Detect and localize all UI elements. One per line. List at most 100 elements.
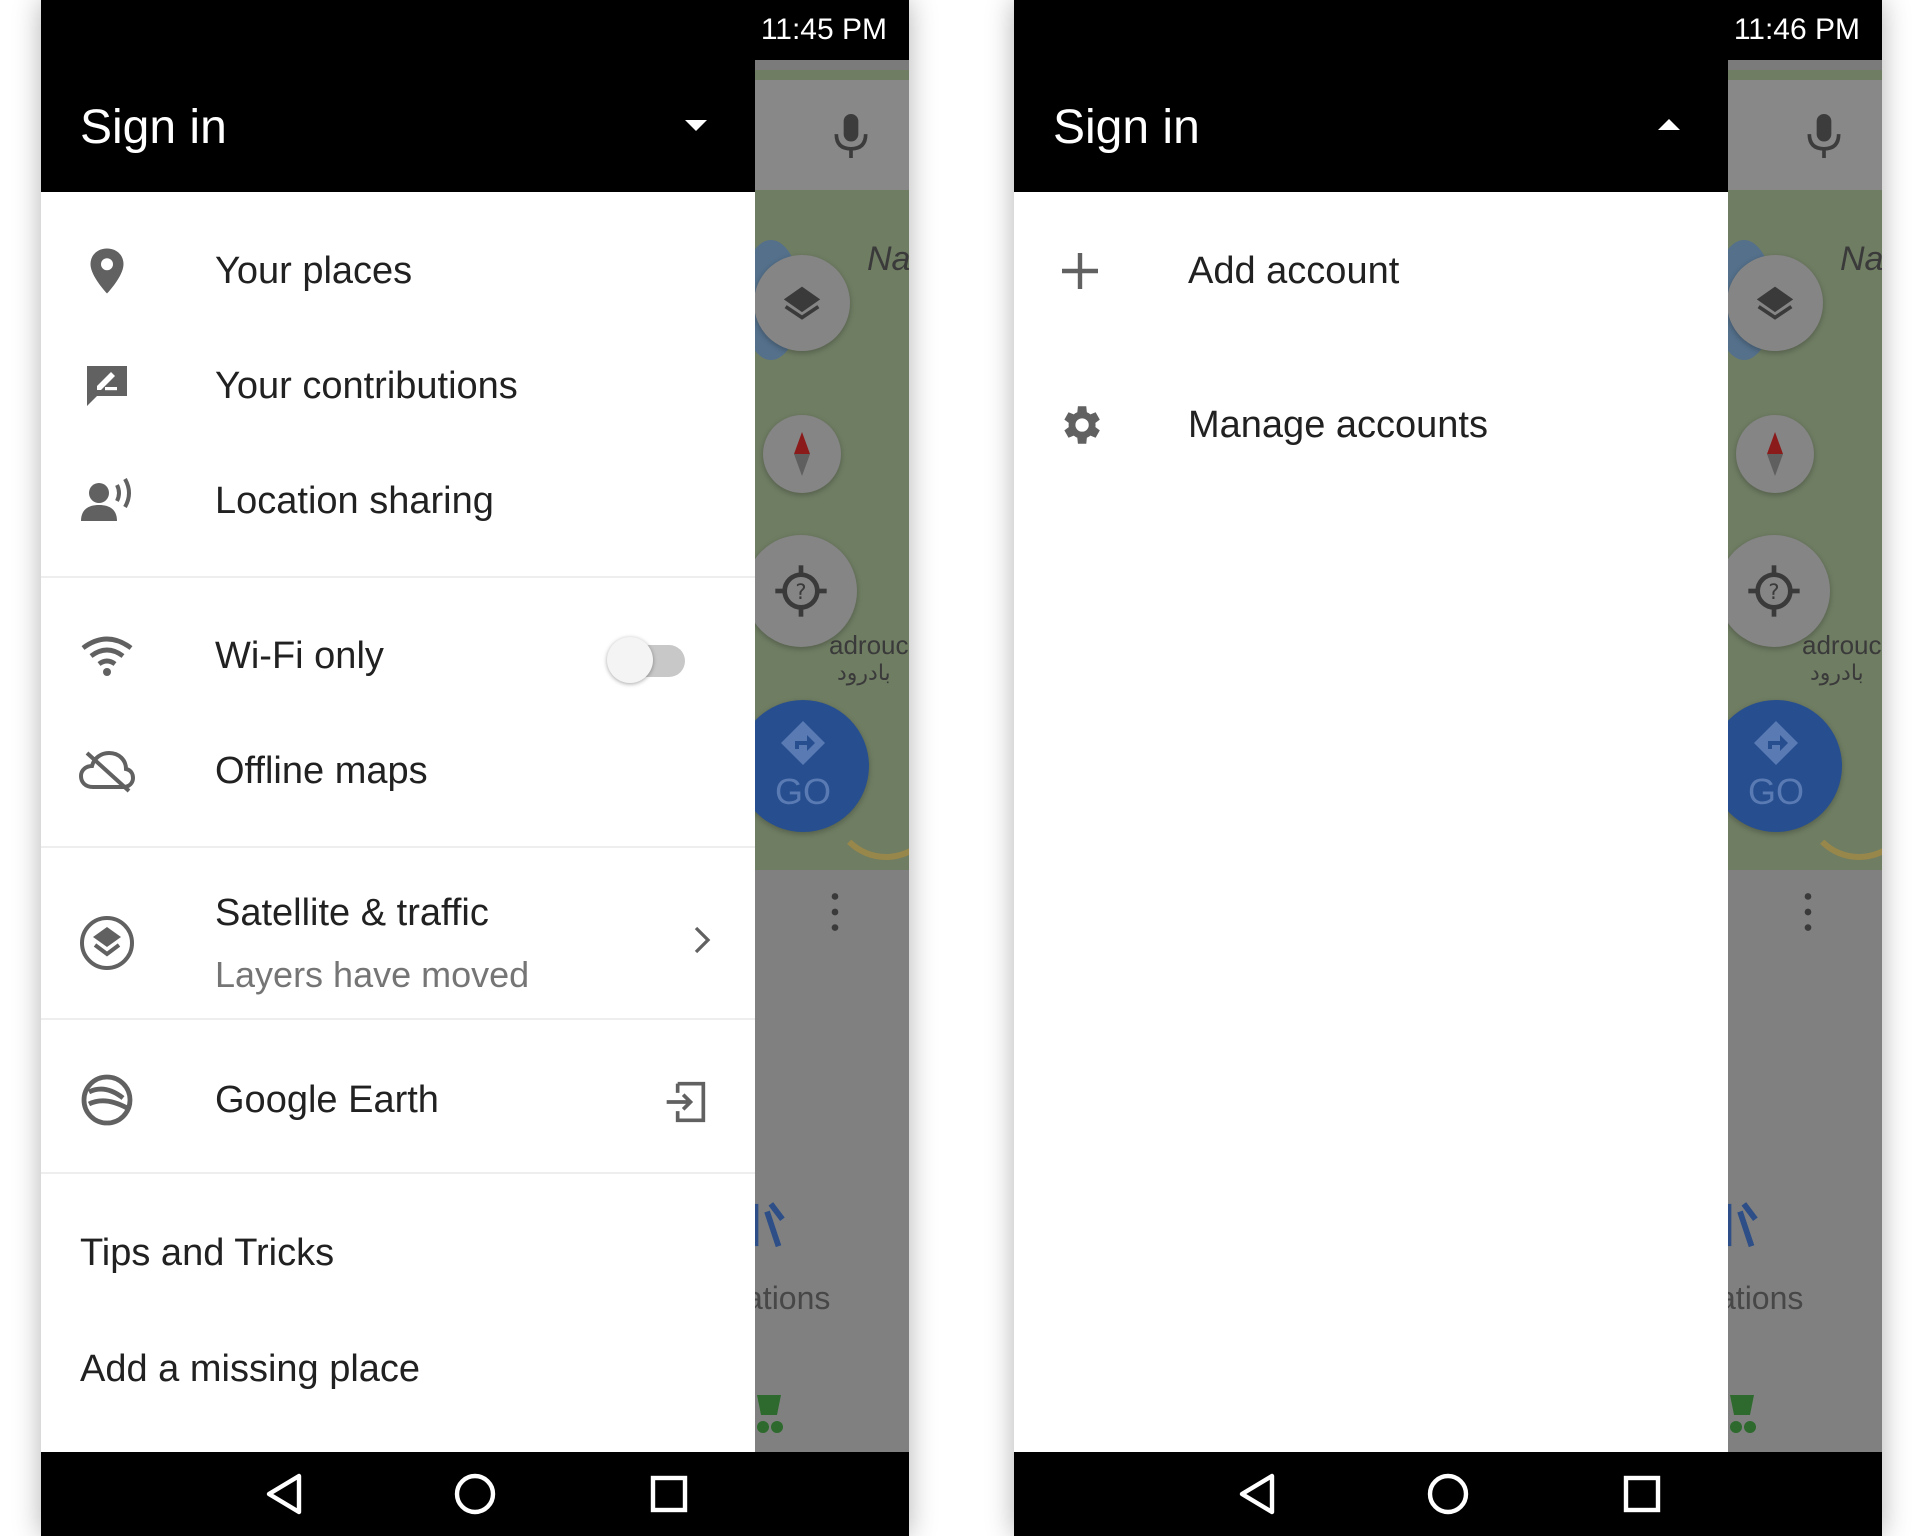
map-place-label: adrouc [829,630,909,660]
map-sheet-label: ations [745,1280,831,1316]
menu-item-your-places[interactable]: Your places [41,221,755,321]
menu-item-label: Offline maps [215,749,428,792]
menu-item-add-account[interactable]: Add account [1014,221,1728,321]
microphone-icon[interactable] [829,110,873,162]
menu-item-location-sharing[interactable]: Location sharing [41,451,755,551]
my-location-button[interactable]: ? [745,535,857,647]
my-location-icon: ? [775,565,827,617]
compass-button[interactable] [1736,415,1814,493]
home-button[interactable] [451,1470,499,1518]
go-label: GO [774,771,831,812]
back-triangle-icon [1239,1473,1275,1515]
directions-icon [781,721,825,765]
map-search-bar[interactable] [1714,80,1882,190]
map-place-label: بادرود [837,660,891,685]
menu-item-satellite-traffic[interactable]: Satellite & traffic Layers have moved [41,868,755,1018]
caret-down-icon[interactable] [683,117,709,133]
sign-in-title[interactable]: Sign in [80,100,227,155]
drawer-header[interactable]: Sign in [1014,0,1728,192]
drawer-header[interactable]: Sign in [41,0,755,192]
shopping-cart-icon [757,1395,783,1433]
sign-in-title[interactable]: Sign in [1053,100,1200,155]
back-button[interactable] [1232,1470,1280,1518]
map-bottom-sheet[interactable] [741,870,909,1452]
gear-icon [1052,397,1108,453]
map-bottom-sheet[interactable] [1714,870,1882,1452]
menu-item-label: Satellite & traffic [215,892,489,934]
compass-icon [1767,432,1783,476]
map-place-label: adrouc [1802,630,1882,660]
add-missing-place-link[interactable]: Add a missing place [80,1348,420,1391]
menu-divider [41,846,755,848]
status-time: 11:46 PM [1733,13,1860,46]
recents-square-icon [1623,1475,1661,1513]
menu-item-manage-accounts[interactable]: Manage accounts [1014,375,1728,475]
map-layers-button[interactable] [754,255,850,351]
menu-item-offline-maps[interactable]: Offline maps [41,721,755,821]
caret-up-icon[interactable] [1656,117,1682,133]
phone-screen-left: Na adrouc بادرود ? GO ations 11:45 PM Si… [41,0,909,1536]
menu-item-sublabel: Layers have moved [215,954,530,995]
navigation-drawer: Sign in Add account Manage accounts [1014,0,1728,1452]
menu-item-label: Location sharing [215,479,494,522]
layers-icon [1756,286,1794,320]
navigation-bar [41,1452,909,1536]
map-place-label: بادرود [1810,660,1864,685]
recents-square-icon [650,1475,688,1513]
wifi-icon [79,628,135,684]
shopping-cart-icon [1730,1395,1756,1433]
map-layers-button[interactable] [1727,255,1823,351]
menu-item-label: Your contributions [215,364,518,407]
google-earth-icon [79,1072,135,1128]
tips-and-tricks-link[interactable]: Tips and Tricks [80,1232,334,1275]
menu-item-label: Manage accounts [1188,403,1488,446]
open-external-icon [666,1081,706,1123]
directions-icon [1754,721,1798,765]
status-time: 11:45 PM [760,13,887,46]
svg-text:?: ? [795,580,806,604]
menu-divider [41,1018,755,1020]
my-location-button[interactable]: ? [1718,535,1830,647]
go-label: GO [1747,771,1804,812]
home-circle-icon [1427,1473,1469,1515]
my-location-icon: ? [1748,565,1800,617]
navigation-bar [1014,1452,1882,1536]
menu-divider [41,576,755,578]
menu-item-google-earth[interactable]: Google Earth [41,1050,755,1150]
map-sheet-label: ations [1718,1280,1804,1316]
home-circle-icon [454,1473,496,1515]
menu-item-your-contributions[interactable]: Your contributions [41,336,755,436]
go-button[interactable]: GO [1710,700,1842,832]
map-search-bar[interactable] [741,80,909,190]
svg-text:?: ? [1768,580,1779,604]
menu-divider [41,1172,755,1174]
plus-icon [1052,243,1108,299]
place-pin-icon [79,243,135,299]
menu-item-label: Wi-Fi only [215,634,384,677]
recents-button[interactable] [645,1470,693,1518]
more-vert-icon[interactable] [1802,892,1814,932]
go-button[interactable]: GO [737,700,869,832]
layers-icon [79,915,135,971]
location-sharing-icon [79,473,135,529]
microphone-icon[interactable] [1802,110,1846,162]
cloud-off-icon [79,743,135,799]
compass-button[interactable] [763,415,841,493]
chevron-right-icon [694,926,711,954]
edit-feedback-icon [79,358,135,414]
recents-button[interactable] [1618,1470,1666,1518]
menu-item-label: Google Earth [215,1078,439,1121]
compass-icon [794,432,810,476]
menu-item-label: Add account [1188,249,1400,292]
home-button[interactable] [1424,1470,1472,1518]
back-triangle-icon [266,1473,302,1515]
phone-screen-right: Na adrouc بادرود ? GO ations 11:46 PM Si… [1014,0,1882,1536]
wifi-only-toggle-thumb[interactable] [607,637,653,683]
map-place-label: Na [1840,240,1882,278]
navigation-drawer: Sign in Your places Your contributions L… [41,0,755,1452]
more-vert-icon[interactable] [829,892,841,932]
menu-item-label: Your places [215,249,413,292]
layers-icon [783,286,821,320]
back-button[interactable] [259,1470,307,1518]
map-place-label: Na [867,240,909,278]
